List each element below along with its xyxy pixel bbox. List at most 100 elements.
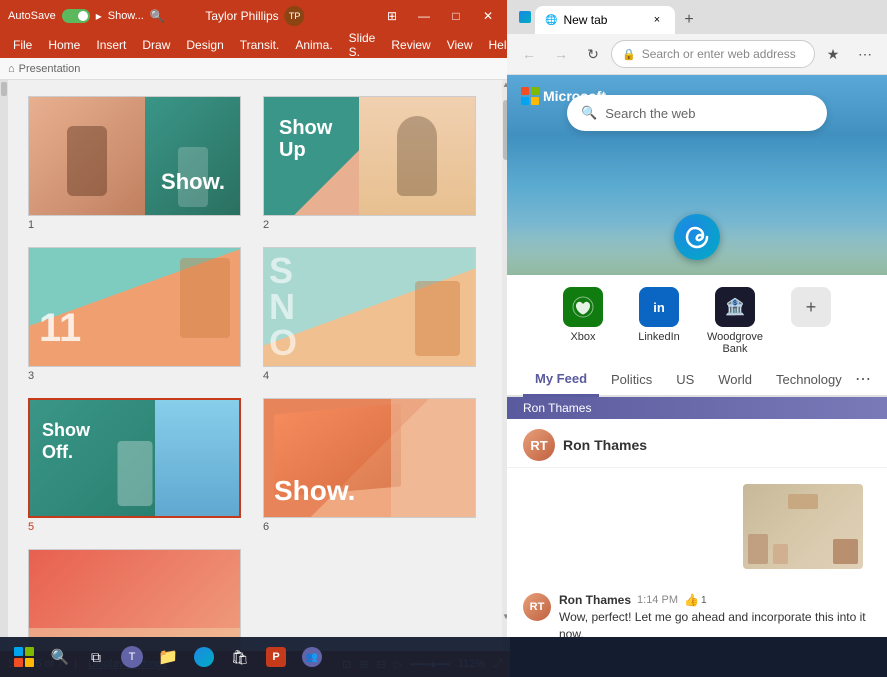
taskbar-fileexplorer-btn[interactable]: 📁 [152,641,184,673]
chat-image [743,484,863,569]
menu-insert[interactable]: Insert [89,36,133,54]
taskbar-chat-btn[interactable]: T [116,641,148,673]
menu-review[interactable]: Review [384,36,437,54]
feed-tabs: My Feed Politics US World Technology ⋯ [507,363,887,397]
feed-tab-myfeed[interactable]: My Feed [523,363,599,397]
newtab-hero: Microsoft 🔍 Search the web [507,75,887,275]
slide-thumb-5: ShowOff. [28,398,241,518]
edge-logo-svg [683,223,711,251]
ppt-minimize-btn[interactable]: — [410,2,438,30]
ppt-close-btn[interactable]: ✕ [474,2,502,30]
slide-thumb-4: SNO [263,247,476,367]
search-placeholder: Search the web [605,106,695,121]
feed-tab-us[interactable]: US [664,364,706,397]
favorites-btn[interactable]: ★ [819,40,847,68]
back-btn[interactable]: ← [515,40,543,68]
slide-item-2[interactable]: ShowUp 2 [255,88,490,239]
slide-thumb-2: ShowUp [263,96,476,216]
feed-tabs-more-btn[interactable]: ⋯ [855,369,871,389]
chat-header: RT Ron Thames [507,419,887,468]
teams-icon: T [121,646,143,668]
chat-messages: RT Ron Thames 1:14 PM 👍 1 Wow, perfect! … [507,585,887,637]
refresh-btn[interactable]: ↻ [579,40,607,68]
menu-slides[interactable]: Slide S. [342,29,383,61]
taskbar-taskview-btn[interactable]: ⧉ [80,641,112,673]
menu-file[interactable]: File [6,36,39,54]
slide-6-text: Show. [274,475,355,507]
teams-taskbar-icon: 👥 [302,647,322,667]
chat-msg-content-1: Ron Thames 1:14 PM 👍 1 Wow, perfect! Let… [559,593,871,637]
slide-item-5[interactable]: ShowOff. 5 [20,390,255,541]
chat-msg-meta-1: Ron Thames 1:14 PM 👍 1 [559,593,871,607]
chat-content-area [507,468,887,585]
slide-number-1: 1 [28,219,247,231]
slide-2-text: ShowUp [279,117,332,161]
chat-msg-avatar-1: RT [523,593,551,621]
xbox-label: Xbox [570,331,595,343]
menu-view[interactable]: View [440,36,480,54]
ppt-thumbnail-btn[interactable]: ⊞ [378,2,406,30]
menu-anima[interactable]: Anima. [288,36,339,54]
search-icon[interactable]: 🔍 [150,9,165,23]
quicklink-woodgrove[interactable]: 🏦 Woodgrove Bank [705,287,765,355]
breadcrumb-text: Presentation [19,63,81,75]
menu-home[interactable]: Home [41,36,87,54]
taskbar-teams-btn[interactable]: 👥 [296,641,328,673]
slide-item-1[interactable]: Show. 1 [20,88,255,239]
taskbar-store-btn[interactable]: 🛍 [224,641,256,673]
slide-item-6[interactable]: Show. 6 [255,390,490,541]
edge-chrome: 🌐 New tab × + ← → ↻ 🔒 Search or enter we… [507,0,887,75]
linkedin-icon: in [639,287,679,327]
ppt-maximize-btn[interactable]: □ [442,2,470,30]
ppt-menubar: File Home Insert Draw Design Transit. An… [0,32,510,58]
edge-tab-newtab[interactable]: 🌐 New tab × [535,6,675,34]
linkedin-label: LinkedIn [638,331,680,343]
menu-draw[interactable]: Draw [135,36,177,54]
ppt-scrollbar-top[interactable] [0,80,8,651]
menu-transit[interactable]: Transit. [233,36,287,54]
forward-btn[interactable]: → [547,40,575,68]
ppt-ribbon: ⌂ Presentation [0,58,510,80]
ppt-window-controls: ⊞ — □ ✕ [378,2,502,30]
feed-tab-world[interactable]: World [706,364,764,397]
quicklinks: Xbox in LinkedIn 🏦 Woodgrove Bank + [507,275,887,363]
ppt-username: Taylor Phillips [205,9,278,23]
newtab-search-box[interactable]: 🔍 Search the web [567,95,827,131]
slide-number-4: 4 [263,370,482,382]
address-text: Search or enter web address [642,47,796,61]
slide-item-3[interactable]: 11 3 [20,239,255,390]
breadcrumb-arrow: ⌂ [8,63,15,75]
chat-section: RT Ron Thames RT [507,419,887,637]
woodgrove-label: Woodgrove Bank [705,331,765,355]
feed-tab-technology[interactable]: Technology [764,364,854,397]
feed-tab-politics[interactable]: Politics [599,364,664,397]
address-bar[interactable]: 🔒 Search or enter web address [611,40,815,68]
quicklink-more[interactable]: + [781,287,841,355]
taskbar-search-btn[interactable]: 🔍 [44,641,76,673]
settings-btn[interactable]: ⋯ [851,40,879,68]
taskbar-ppt-btn[interactable]: P [260,641,292,673]
slide-item-4[interactable]: SNO 4 [255,239,490,390]
edge-window: 🌐 New tab × + ← → ↻ 🔒 Search or enter we… [507,0,887,637]
tab-title: New tab [563,13,607,27]
slide-grid: Show. 1 ShowUp 2 [8,80,502,651]
slide-1-text: Show. [161,169,225,195]
edge-tabbar: 🌐 New tab × + [507,0,887,34]
slide-thumb-7 [28,549,241,651]
slide-3-text: 11 [39,306,81,351]
chat-msg-reaction-1: 👍 1 [684,593,707,607]
new-tab-btn[interactable]: + [675,6,703,34]
menu-design[interactable]: Design [179,36,230,54]
slide-panel: Show. 1 ShowUp 2 [0,80,510,651]
slide-item-7[interactable] [20,541,255,651]
autosave-toggle[interactable] [62,9,90,23]
slide-thumb-6: Show. [263,398,476,518]
quicklink-linkedin[interactable]: in LinkedIn [629,287,689,355]
edge-taskbar-icon [194,647,214,667]
start-button[interactable] [8,641,40,673]
quicklink-xbox[interactable]: Xbox [553,287,613,355]
taskbar: 🔍 ⧉ T 📁 🛍 P 👥 [0,637,887,677]
newtab-page: Microsoft 🔍 Search the web [507,75,887,637]
taskbar-edge-btn[interactable] [188,641,220,673]
tab-close-btn[interactable]: × [649,12,665,28]
